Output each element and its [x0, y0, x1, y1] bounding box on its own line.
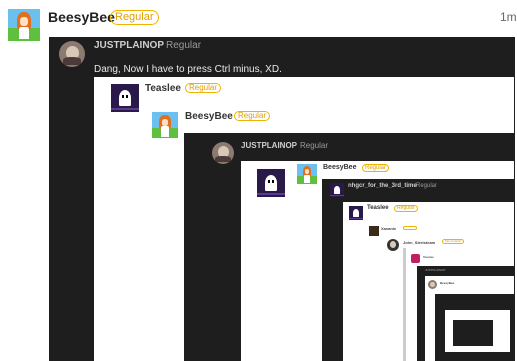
avatar-face — [20, 17, 28, 26]
quote4-avatar — [212, 142, 234, 164]
avatar-face — [390, 241, 396, 248]
quote2-author-name[interactable]: Teaslee — [145, 83, 181, 94]
quote7-avatar — [349, 206, 363, 220]
ghost-icon — [333, 185, 341, 194]
quote4-author-role: Regular — [300, 141, 329, 150]
avatar-stripe — [330, 195, 344, 196]
quote8-author-name[interactable]: Xaxanie — [381, 226, 396, 231]
quote2-author-role-badge: Regular — [185, 83, 222, 93]
quote1-author-name[interactable]: JUSTPLAINOP — [94, 40, 164, 51]
quote-level-7: JUSTPLAINOP BeesyBee — [417, 266, 514, 361]
quote9-author-role-badge: Mood Hatch — [442, 239, 465, 244]
quote-level-1: JUSTPLAINOP Regular Dang, Now I have to … — [49, 37, 515, 361]
quote-level-2: Teaslee Regular BeesyBee Regular JUSTPLA… — [94, 77, 514, 361]
quote2-avatar — [111, 84, 139, 112]
quote-level-3: JUSTPLAINOP Regular BeesyBee Regular nhg… — [184, 133, 514, 361]
ghost-eye-right — [272, 179, 275, 183]
quote3-author-role-badge: Regular — [234, 111, 271, 121]
quote5-author-role-badge: Regular — [362, 164, 390, 172]
avatar-body — [62, 57, 82, 65]
quote-level-6: Teaslee Regular Xaxanie John_Streisteam … — [343, 202, 514, 361]
quote7-author-role-badge: Regular — [394, 205, 418, 212]
ghost-eye-left — [267, 179, 270, 183]
quote6-avatar — [330, 183, 344, 197]
quote1-author-role: Regular — [166, 40, 202, 51]
quote-level-8: BeesyBee — [425, 276, 514, 361]
quote3-avatar — [152, 112, 178, 138]
post-timestamp[interactable]: 1m — [500, 10, 517, 24]
avatar-stripe — [111, 108, 139, 110]
ghost-eye-right — [126, 94, 129, 98]
quote1-avatar — [59, 41, 85, 67]
quote-level-10 — [445, 310, 510, 352]
ghost-eye-left — [121, 94, 124, 98]
quote-level-11 — [453, 320, 493, 346]
divider-line — [403, 248, 406, 361]
avatar-body — [18, 26, 30, 40]
post-author-role-badge: Regular — [110, 10, 159, 25]
quote3-author-name[interactable]: BeesyBee — [185, 111, 233, 122]
ghost-icon — [352, 208, 360, 217]
quote5-ghost-avatar — [257, 169, 285, 197]
quote6-author-role: Regular — [416, 183, 438, 189]
avatar-body — [303, 175, 311, 183]
quote-level-4: BeesyBee Regular nhgcr_for_the_3rd_time … — [241, 161, 514, 361]
avatar-stripe — [257, 193, 285, 195]
quote8-avatar — [369, 226, 379, 236]
avatar-body — [215, 155, 231, 163]
quote10-author-name[interactable]: Teaslee — [423, 255, 434, 259]
quote4-author-name[interactable]: JUSTPLAINOP — [241, 141, 297, 150]
quote-level-9 — [435, 294, 514, 361]
author-avatar[interactable] — [8, 9, 40, 41]
quote6-author-name[interactable]: nhgcr_for_the_3rd_time — [348, 183, 417, 189]
quote8-author-role — [403, 226, 417, 230]
quote11-author-name[interactable]: JUSTPLAINOP — [425, 268, 446, 272]
quote10-avatar — [411, 254, 420, 263]
quote5-avatar — [297, 164, 317, 184]
avatar-stripe — [349, 218, 363, 219]
quote7-author-name[interactable]: Teaslee — [367, 205, 389, 211]
quote9-author-name[interactable]: John_Streisteam — [403, 240, 435, 245]
avatar-face — [161, 118, 169, 126]
quote-level-5: nhgcr_for_the_3rd_time Regular Teaslee R… — [322, 179, 514, 361]
quote12-avatar — [428, 280, 437, 289]
quote1-message: Dang, Now I have to press Ctrl minus, XD… — [94, 64, 282, 75]
quote9-avatar — [387, 239, 399, 251]
post-author-name[interactable]: BeesyBee — [48, 9, 115, 25]
avatar-body — [160, 126, 170, 137]
avatar-face — [430, 281, 435, 287]
quote12-author-name[interactable]: BeesyBee — [440, 281, 454, 285]
quote5-author-name[interactable]: BeesyBee — [323, 164, 356, 171]
